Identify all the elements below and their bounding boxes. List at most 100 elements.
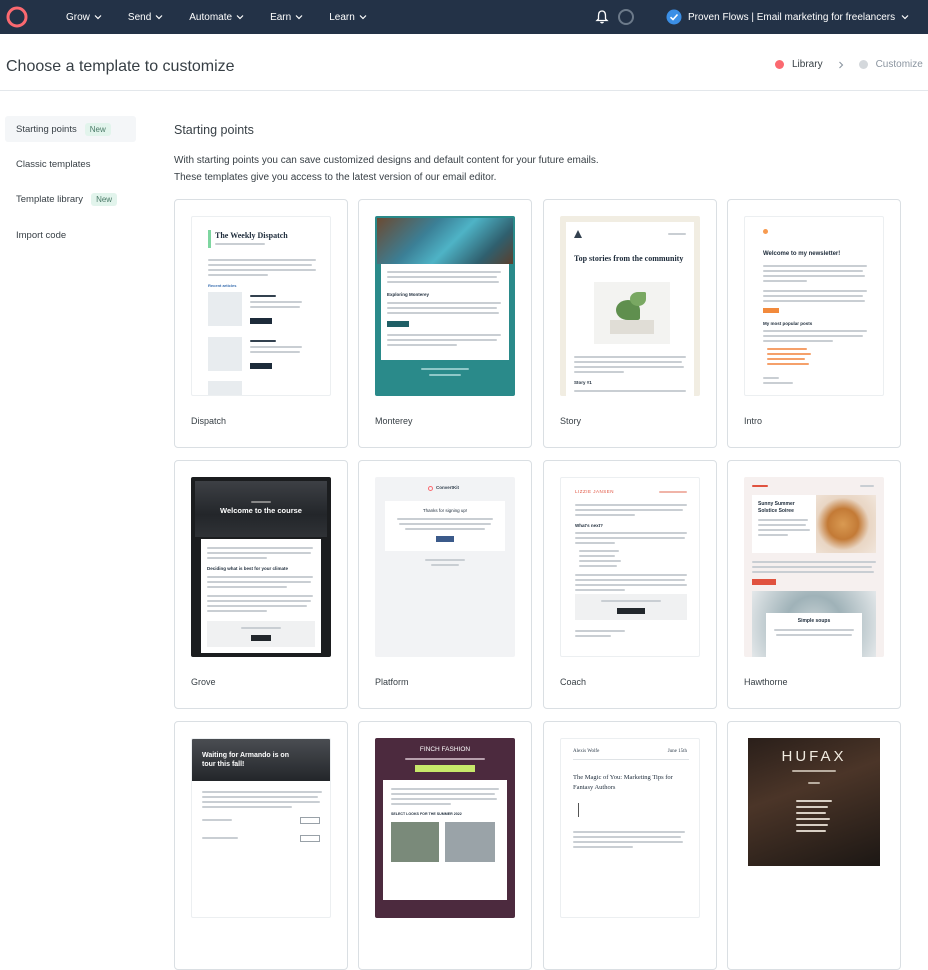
verified-check-icon	[666, 9, 682, 25]
sidebar-item-import-code[interactable]: Import code	[5, 222, 136, 248]
new-badge: New	[91, 192, 118, 206]
preview-subheading: Deciding what is best for your climate	[207, 566, 289, 571]
convertkit-logo-icon[interactable]	[6, 6, 28, 28]
template-card-finch-fashion[interactable]: FINCH FASHION SELECT LOOKS FOR THE SUMME…	[358, 721, 532, 970]
preview-subheading: What's next?	[575, 523, 603, 528]
preview-subheading: Simple soups	[797, 618, 831, 624]
sidebar-item-classic-templates[interactable]: Classic templates	[5, 151, 136, 177]
template-name: Platform	[375, 677, 409, 687]
template-name: Hawthorne	[744, 677, 788, 687]
chevron-down-icon	[295, 15, 303, 20]
template-preview: Sunny Summer Solstice Soiree Simple soup…	[744, 477, 884, 657]
template-card-tour[interactable]: Waiting for Armando is on tour this fall…	[174, 721, 348, 970]
template-card-intro[interactable]: Welcome to my newsletter! My most popula…	[727, 199, 901, 448]
page-title: Choose a template to customize	[6, 58, 235, 75]
template-preview: Welcome to the course Deciding what is b…	[191, 477, 331, 657]
nav-send[interactable]: Send	[128, 12, 163, 23]
account-switcher[interactable]: Proven Flows | Email marketing for freel…	[666, 9, 909, 25]
main-menu: Grow Send Automate Earn Learn	[66, 0, 367, 34]
template-card-grove[interactable]: Welcome to the course Deciding what is b…	[174, 460, 348, 709]
section-description: With starting points you can save custom…	[174, 152, 599, 186]
nav-send-label: Send	[127, 11, 152, 23]
template-name: Monterey	[375, 416, 413, 426]
nav-learn-label: Learn	[329, 11, 355, 23]
template-card-magic-of-you[interactable]: Alexis Wolfe June 15th The Magic of You:…	[543, 721, 717, 970]
step-library[interactable]: Library	[792, 59, 823, 70]
template-name: Intro	[744, 416, 763, 426]
nav-earn[interactable]: Earn	[270, 12, 303, 23]
template-preview: LIZZIE JANSEN What's next?	[560, 477, 700, 657]
template-card-dispatch[interactable]: The Weekly Dispatch Recent articles Disp…	[174, 199, 348, 448]
chevron-right-icon	[838, 61, 843, 68]
preview-heading: Sunny Summer Solstice Soiree	[758, 501, 795, 514]
template-card-coach[interactable]: LIZZIE JANSEN What's next? Coach	[543, 460, 717, 709]
template-card-hufax[interactable]: HUFAX	[727, 721, 901, 970]
description-line-2: These templates give you access to the l…	[174, 172, 497, 183]
bell-icon[interactable]	[594, 9, 610, 25]
preview-heading: Waiting for Armando is on tour this fall…	[202, 752, 289, 768]
template-preview: Exploring Monterey	[375, 216, 515, 396]
template-name: Dispatch	[191, 416, 227, 426]
chevron-down-icon	[901, 15, 909, 20]
template-preview: Alexis Wolfe June 15th The Magic of You:…	[560, 738, 700, 918]
preview-subheading: Recent articles	[208, 283, 237, 288]
template-name: Coach	[560, 677, 587, 687]
section-title: Starting points	[174, 123, 254, 137]
header-divider	[0, 90, 928, 91]
step-customize: Customize	[875, 59, 923, 70]
top-nav: Grow Send Automate Earn Learn Proven Flo…	[0, 0, 928, 34]
nav-grow-label: Grow	[66, 11, 90, 23]
preview-heading: FINCH FASHION	[419, 746, 471, 753]
preview-author: Alexis Wolfe	[573, 749, 600, 754]
preview-brand: ConvertKit	[436, 485, 460, 490]
chevron-down-icon	[236, 15, 244, 20]
sidebar-item-starting-points[interactable]: Starting points New	[5, 116, 136, 142]
account-name: Proven Flows | Email marketing for freel…	[688, 11, 896, 23]
loading-spinner-icon	[618, 9, 634, 25]
step-active-dot-icon	[775, 60, 784, 69]
preview-subheading: Story #1	[574, 380, 592, 385]
template-preview: Waiting for Armando is on tour this fall…	[191, 738, 331, 918]
croissant-photo	[816, 495, 876, 553]
nav-automate-label: Automate	[189, 11, 233, 23]
template-card-platform[interactable]: ConvertKit Thanks for signing up! Platfo…	[358, 460, 532, 709]
new-badge: New	[84, 122, 111, 136]
chevron-down-icon	[155, 15, 163, 20]
nav-automate[interactable]: Automate	[189, 12, 244, 23]
sidebar-item-label: Classic templates	[16, 158, 91, 170]
template-name: Grove	[191, 677, 216, 687]
preview-heading: HUFAX	[781, 748, 847, 765]
preview-heading: The Magic of You: Marketing Tips for Fan…	[573, 774, 673, 791]
preview-date: June 15th	[667, 749, 687, 754]
nav-earn-label: Earn	[270, 11, 292, 23]
sidebar-item-label: Import code	[16, 229, 67, 241]
preview-heading: Exploring Monterey	[387, 292, 430, 297]
nav-learn[interactable]: Learn	[329, 12, 367, 23]
preview-heading: Top stories from the community	[574, 254, 684, 263]
template-card-story[interactable]: Top stories from the community Story #1 …	[543, 199, 717, 448]
template-card-monterey[interactable]: Exploring Monterey Monterey	[358, 199, 532, 448]
ocean-photo	[377, 218, 513, 264]
template-preview: HUFAX	[744, 738, 884, 918]
preview-heading: Thanks for signing up!	[422, 508, 468, 513]
description-line-1: With starting points you can save custom…	[174, 155, 599, 166]
step-inactive-dot-icon	[858, 60, 868, 69]
template-preview: The Weekly Dispatch Recent articles	[191, 216, 331, 396]
template-preview: Top stories from the community Story #1	[560, 216, 700, 396]
progress-steps: Library Customize	[775, 59, 923, 70]
chevron-down-icon	[359, 15, 367, 20]
template-preview: FINCH FASHION SELECT LOOKS FOR THE SUMME…	[375, 738, 515, 918]
template-preview: ConvertKit Thanks for signing up!	[375, 477, 515, 657]
sidebar-item-label: Template library	[16, 193, 84, 205]
preview-heading: Welcome to my newsletter!	[763, 251, 841, 257]
preview-subheading: My most popular posts	[763, 321, 813, 326]
sidebar-item-template-library[interactable]: Template library New	[5, 186, 136, 212]
preview-heading: Welcome to the course	[220, 506, 302, 515]
plant-photo	[594, 282, 670, 344]
template-card-hawthorne[interactable]: Sunny Summer Solstice Soiree Simple soup…	[727, 460, 901, 709]
template-name: Story	[560, 416, 582, 426]
preview-heading: The Weekly Dispatch	[215, 231, 288, 240]
nav-grow[interactable]: Grow	[66, 12, 102, 23]
sidebar-item-label: Starting points	[16, 123, 77, 135]
template-preview: Welcome to my newsletter! My most popula…	[744, 216, 884, 396]
